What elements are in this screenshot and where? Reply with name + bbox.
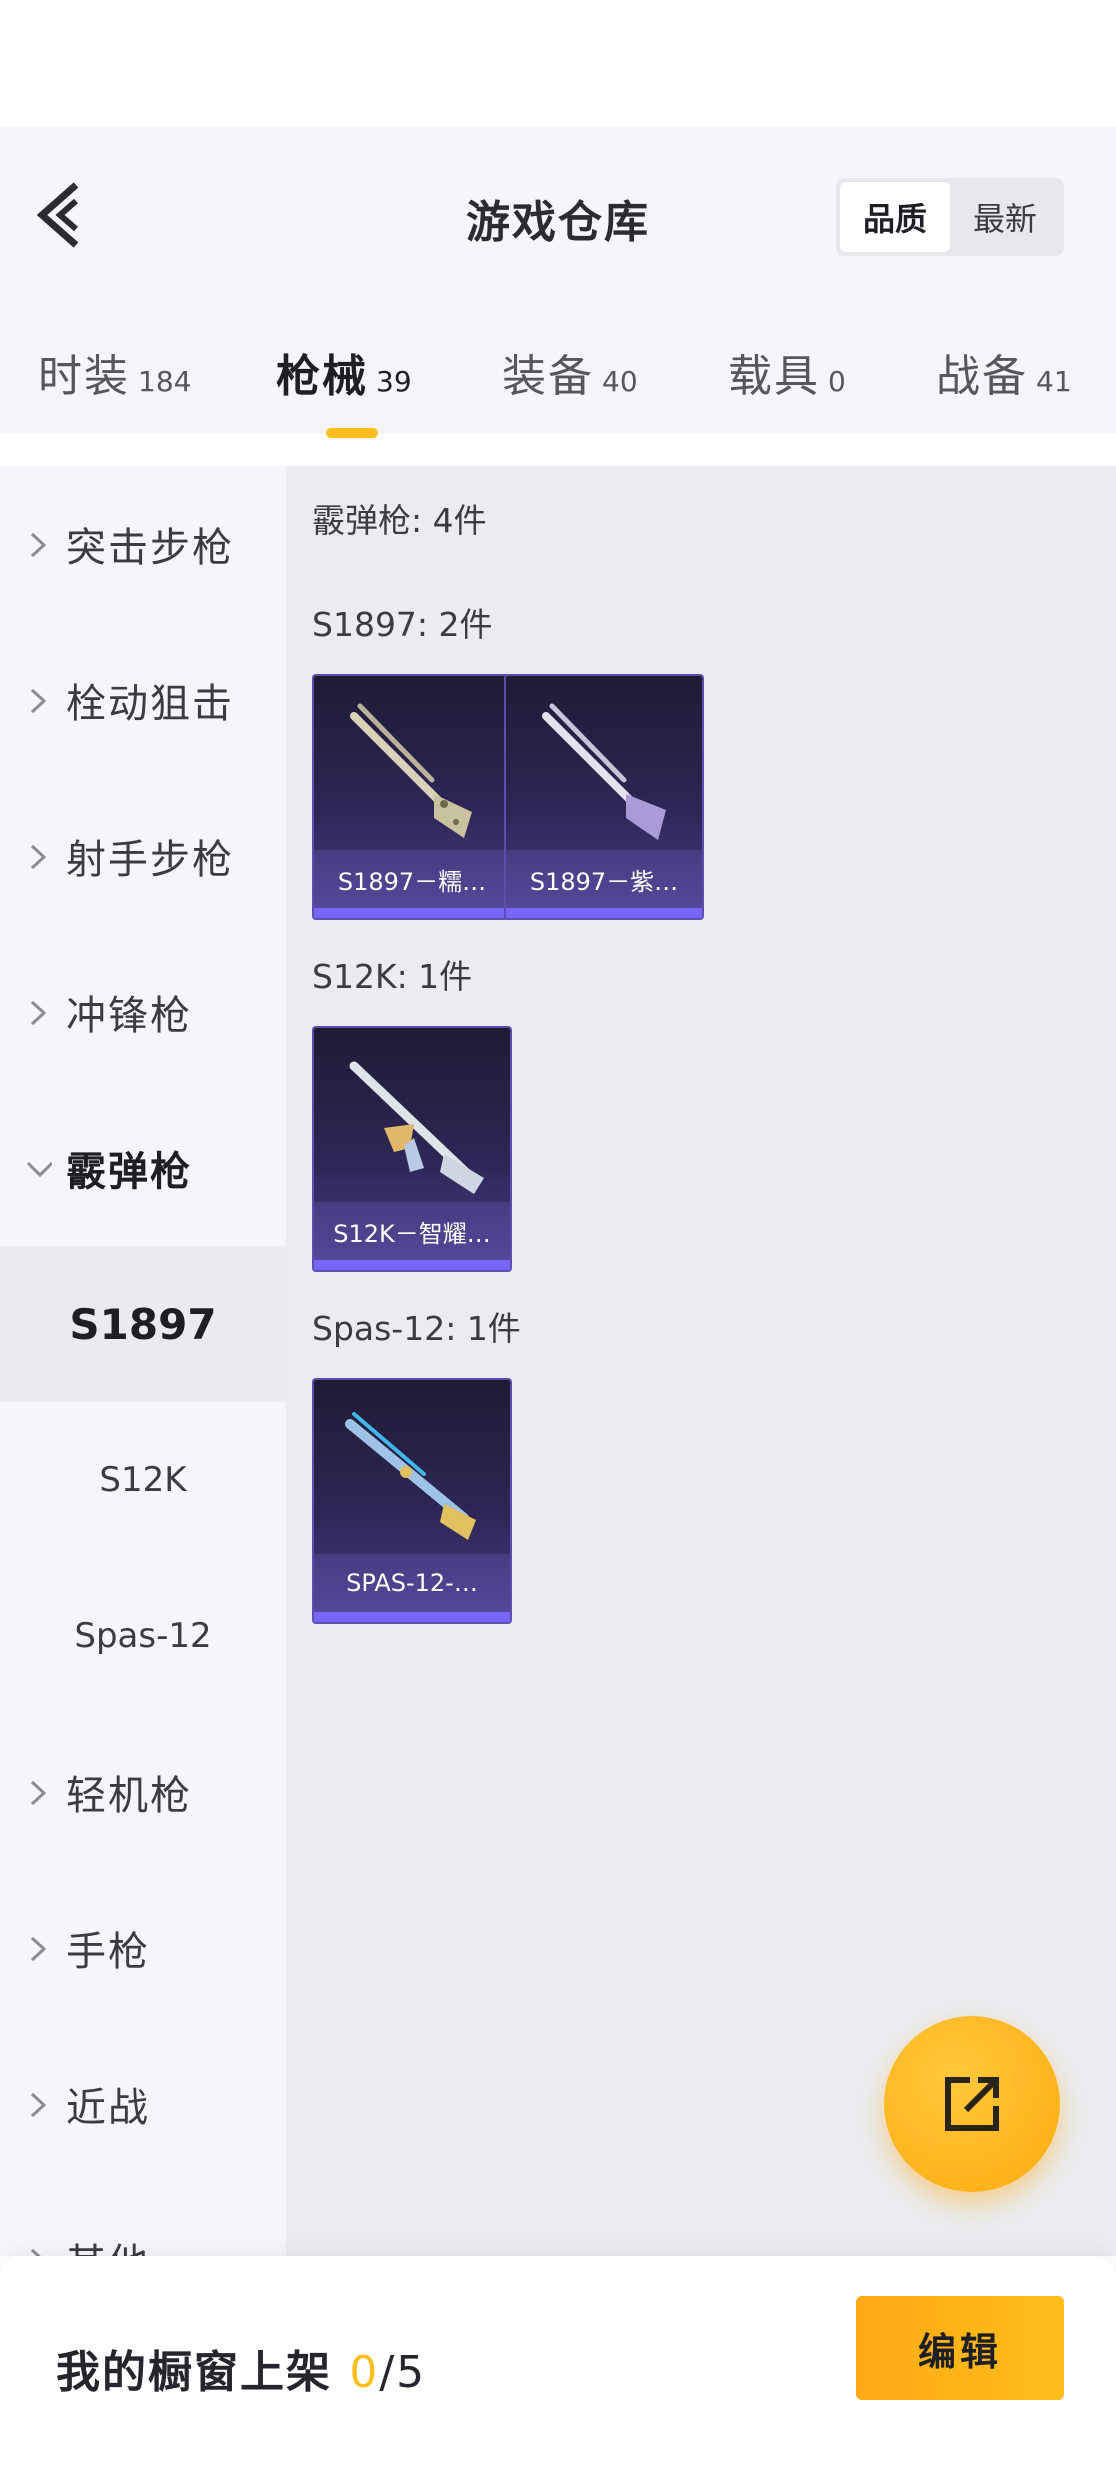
bottom-bar: 我的橱窗上架 0/5 编辑 <box>0 2256 1116 2484</box>
rifle-silver-icon <box>349 1061 484 1194</box>
category-title: 霰弹枪: 4件 <box>312 501 487 540</box>
sidebar-item-label: 冲锋枪 <box>66 993 192 1039</box>
sidebar-item-label: 栓动狙击 <box>66 681 234 727</box>
shelf-label: 我的橱窗上架 <box>56 2347 332 2398</box>
item-grid-panel: 霰弹枪: 4件 S1897: 2件 S1897－糯… S1897－紫… S12K… <box>286 466 1116 2256</box>
sidebar-item-bolt-sniper[interactable]: 栓动狙击 <box>0 622 286 778</box>
tab-label: 载具 <box>728 351 820 402</box>
edit-button[interactable]: 编辑 <box>856 2296 1064 2400</box>
sidebar-item-lmg[interactable]: 轻机枪 <box>0 1714 286 1870</box>
sidebar-item-label: 霰弹枪 <box>66 1149 192 1195</box>
sidebar: 突击步枪 栓动狙击 射手步枪 冲锋枪 霰弹枪 S1897 S12K Spas-1… <box>0 466 286 2256</box>
share-external-icon <box>945 2077 999 2131</box>
sidebar-item-label: 手枪 <box>66 1929 150 1975</box>
sidebar-item-label: 其他 <box>66 2231 150 2256</box>
sidebar-item-label: 射手步枪 <box>66 837 234 883</box>
rarity-bar <box>506 908 702 918</box>
chevron-right-icon <box>30 532 47 558</box>
sidebar-subitem-spas12[interactable]: Spas-12 <box>0 1558 286 1714</box>
sidebar-item-shotgun[interactable]: 霰弹枪 <box>0 1090 286 1246</box>
chevron-right-icon <box>30 1780 47 1806</box>
tab-fashion[interactable]: 时装 184 <box>38 340 191 440</box>
chevron-down-icon <box>26 1161 52 1178</box>
active-tab-indicator <box>326 428 378 438</box>
item-name: S1897－紫… <box>506 850 702 908</box>
sidebar-item-label: 突击步枪 <box>66 525 234 571</box>
chevron-right-icon <box>30 2092 47 2118</box>
share-button[interactable] <box>884 2016 1060 2192</box>
chevron-right-icon <box>30 688 47 714</box>
sort-toggle: 品质 最新 <box>836 178 1064 256</box>
rarity-bar <box>314 908 510 918</box>
group-title: Spas-12: 1件 <box>312 1309 521 1348</box>
tab-count: 0 <box>828 365 846 398</box>
tab-count: 41 <box>1036 365 1072 398</box>
tab-equipment[interactable]: 装备 40 <box>502 340 638 440</box>
group-title: S1897: 2件 <box>312 605 493 644</box>
shelf-total-count: /5 <box>379 2347 427 2398</box>
sidebar-item-smg[interactable]: 冲锋枪 <box>0 934 286 1090</box>
item-card[interactable]: S1897－紫… <box>504 674 704 920</box>
tab-count: 184 <box>138 365 192 398</box>
item-name: S12K－智耀… <box>314 1202 510 1260</box>
sidebar-item-assault-rifle[interactable]: 突击步枪 <box>0 466 286 622</box>
item-card[interactable]: SPAS-12-… <box>312 1378 512 1624</box>
tab-firearms[interactable]: 枪械 39 <box>276 340 412 440</box>
sidebar-item-melee[interactable]: 近战 <box>0 2026 286 2182</box>
tab-count: 40 <box>602 365 638 398</box>
sidebar-item-marksman-rifle[interactable]: 射手步枪 <box>0 778 286 934</box>
shotgun-blue-icon <box>345 1412 476 1540</box>
tab-label: 枪械 <box>276 351 368 402</box>
sidebar-item-pistol[interactable]: 手枪 <box>0 1870 286 2026</box>
shelf-current-count: 0 <box>349 2347 380 2398</box>
showcase-shelf-status: 我的橱窗上架 0/5 <box>56 2336 426 2400</box>
tab-label: 时装 <box>38 351 130 402</box>
tab-label: 装备 <box>502 351 594 402</box>
item-card[interactable]: S12K－智耀… <box>312 1026 512 1272</box>
group-title: S12K: 1件 <box>312 957 473 996</box>
category-tabs: 时装 184 枪械 39 装备 40 载具 0 战备 41 <box>0 340 1116 440</box>
sidebar-item-label: 近战 <box>66 2085 150 2131</box>
rarity-bar <box>314 1260 510 1270</box>
sidebar-item-label: 轻机枪 <box>66 1773 192 1819</box>
chevron-right-icon <box>30 844 47 870</box>
shotgun-camo-icon <box>350 703 472 838</box>
item-name: SPAS-12-… <box>314 1554 510 1612</box>
sort-newest-button[interactable]: 最新 <box>950 182 1060 252</box>
game-warehouse-screen: 游戏仓库 品质 最新 时装 184 枪械 39 装备 40 载具 0 战备 41… <box>0 0 1116 2484</box>
sidebar-subitem-s12k[interactable]: S12K <box>0 1402 286 1558</box>
sidebar-item-other[interactable]: 其他 <box>0 2182 286 2256</box>
chevron-right-icon <box>30 1000 47 1026</box>
shotgun-purple-icon <box>542 703 666 840</box>
chevron-right-icon <box>30 2248 41 2256</box>
tab-label: 战备 <box>936 351 1028 402</box>
rarity-bar <box>314 1612 510 1622</box>
tab-vehicles[interactable]: 载具 0 <box>728 340 846 440</box>
tab-count: 39 <box>376 365 412 398</box>
item-name: S1897－糯… <box>314 850 510 908</box>
status-bar <box>0 0 1116 126</box>
sort-quality-button[interactable]: 品质 <box>840 182 950 252</box>
item-card[interactable]: S1897－糯… <box>312 674 512 920</box>
sidebar-subitem-s1897[interactable]: S1897 <box>0 1246 286 1402</box>
tab-supplies[interactable]: 战备 41 <box>936 340 1072 440</box>
chevron-right-icon <box>30 1936 47 1962</box>
